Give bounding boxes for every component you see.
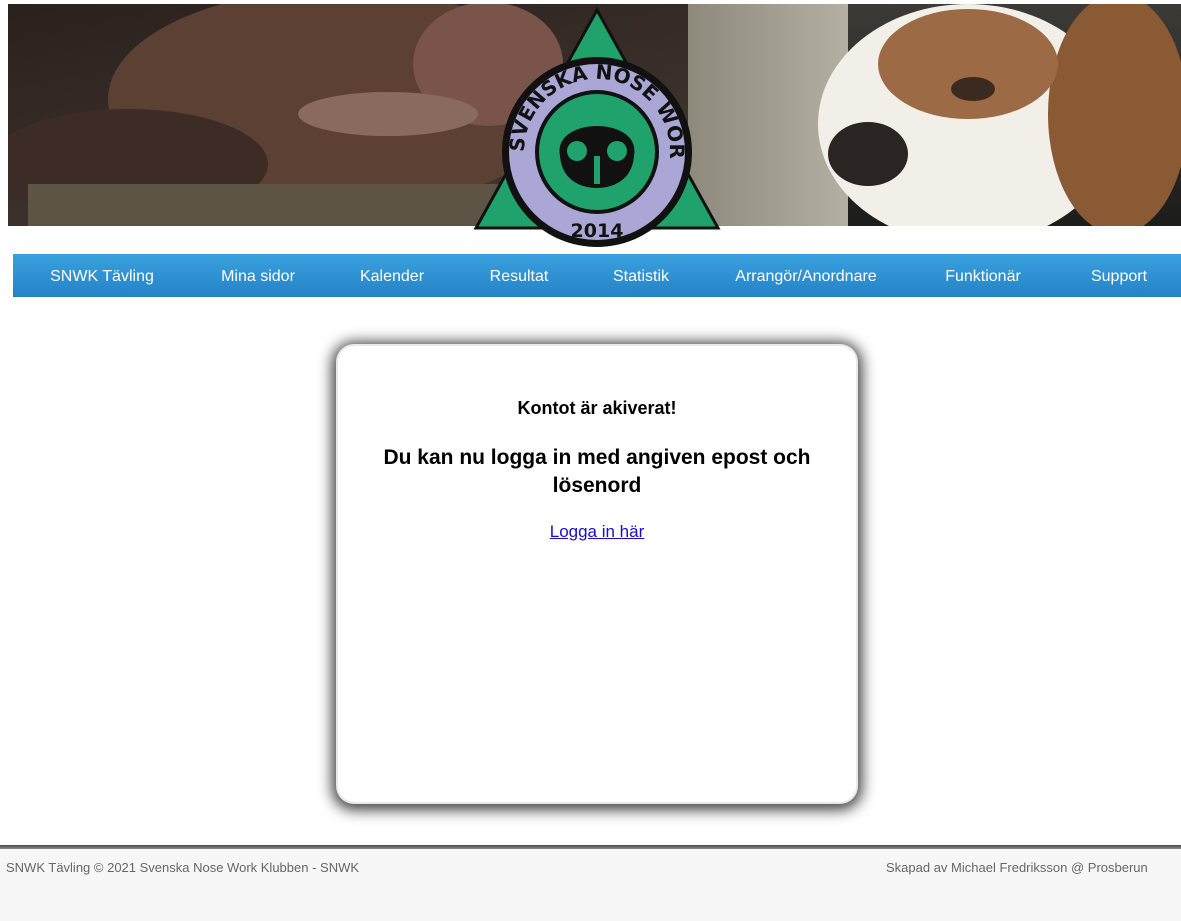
activation-message: Du kan nu logga in med angiven epost och… bbox=[383, 446, 811, 497]
activation-title: Kontot är akiverat! bbox=[517, 398, 677, 418]
footer-credit: Skapad av Michael Fredriksson @ Prosberu… bbox=[886, 860, 1148, 875]
nav-item-kalender[interactable]: Kalender bbox=[325, 254, 459, 297]
login-link-wrap: Logga in här bbox=[338, 522, 856, 542]
login-link[interactable]: Logga in här bbox=[550, 522, 645, 541]
nav-item-support[interactable]: Support bbox=[1057, 254, 1181, 297]
nav-item-funktionar[interactable]: Funktionär bbox=[909, 254, 1057, 297]
nav-item-statistik[interactable]: Statistik bbox=[579, 254, 703, 297]
activation-card: Kontot är akiverat! Du kan nu logga in m… bbox=[338, 346, 856, 802]
club-logo[interactable]: SVENSKA NOSE WORK KLUBBEN 2014 bbox=[464, 0, 722, 251]
footer: SNWK Tävling © 2021 Svenska Nose Work Kl… bbox=[0, 849, 1181, 921]
page: SVENSKA NOSE WORK KLUBBEN 2014 SNWK Tävl… bbox=[0, 0, 1181, 921]
logo-year: 2014 bbox=[571, 220, 624, 242]
nav-item-mina-sidor[interactable]: Mina sidor bbox=[191, 254, 325, 297]
nav-item-arrangor[interactable]: Arrangör/Anordnare bbox=[703, 254, 909, 297]
nav-item-snwk-tavling[interactable]: SNWK Tävling bbox=[13, 254, 191, 297]
nav-item-resultat[interactable]: Resultat bbox=[459, 254, 579, 297]
main-nav: SNWK Tävling Mina sidor Kalender Resulta… bbox=[13, 254, 1181, 297]
footer-copyright: SNWK Tävling © 2021 Svenska Nose Work Kl… bbox=[6, 860, 360, 875]
